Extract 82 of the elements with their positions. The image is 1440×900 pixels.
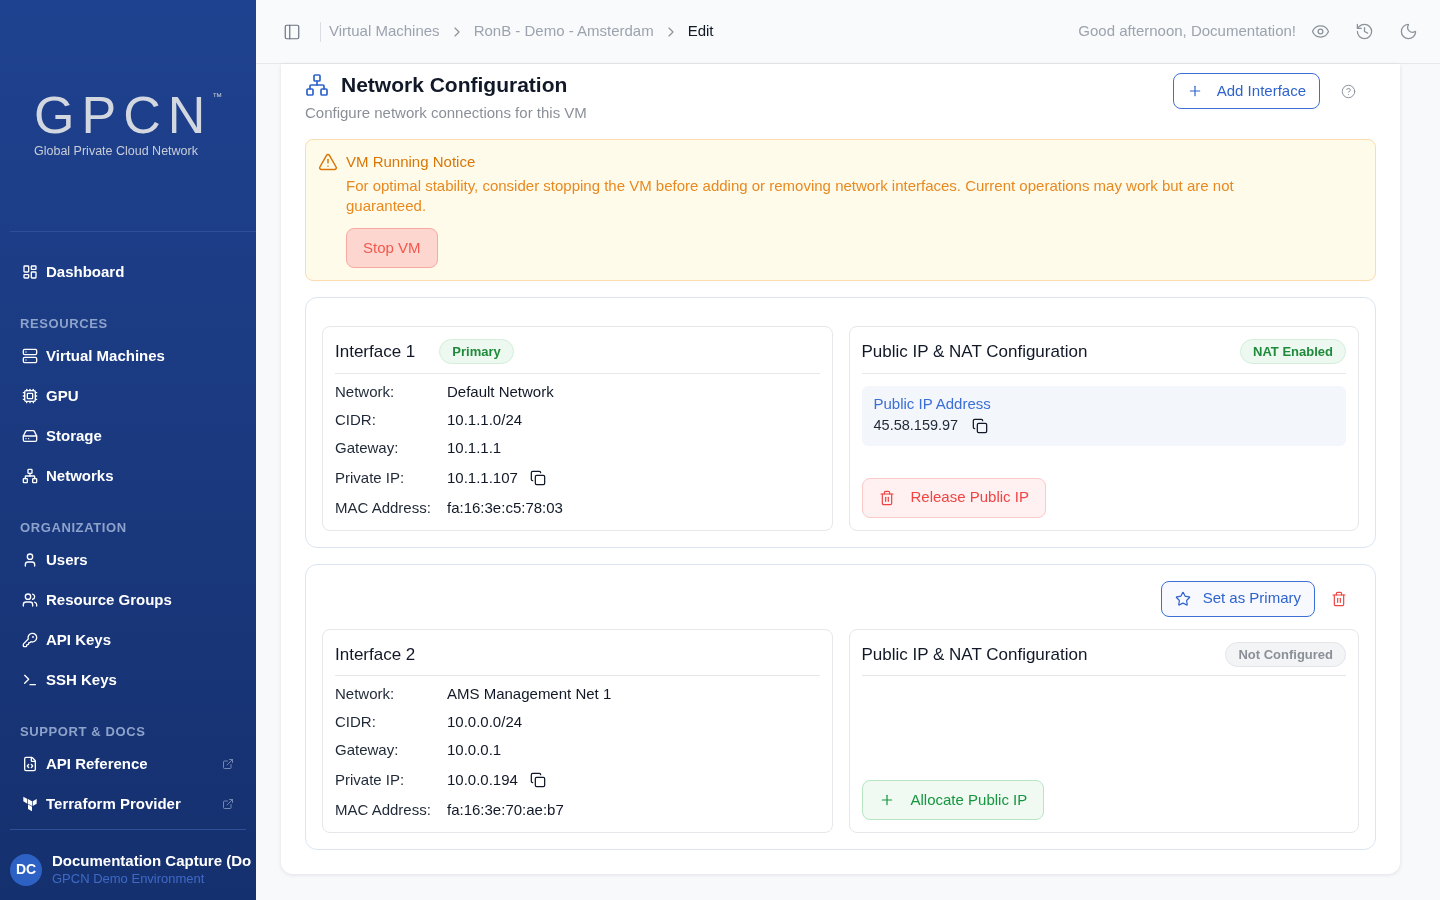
copy-icon[interactable]: [972, 417, 989, 434]
moon-icon[interactable]: [1398, 22, 1418, 41]
trademark-mark: ™: [212, 92, 223, 102]
sidebar-section-heading: RESOURCES: [19, 316, 109, 332]
detail-label: MAC Address:: [335, 497, 431, 518]
sidebar-section-heading: SUPPORT & DOCS: [19, 724, 147, 740]
add-interface-button[interactable]: Add Interface: [1172, 73, 1320, 109]
dashboard-icon: [22, 264, 38, 280]
notice-title: VM Running Notice: [346, 152, 476, 172]
user-name: Documentation Capture (Do: [52, 852, 252, 870]
key-icon: [22, 632, 38, 648]
detail-label: CIDR:: [335, 409, 376, 430]
help-icon[interactable]: [1340, 83, 1356, 99]
detail-value: 10.1.1.0/24: [447, 409, 523, 430]
public-ip-title: Public IP & NAT Configuration: [861, 643, 1088, 666]
detail-value: Default Network: [447, 381, 554, 402]
public-ip-value: 45.58.159.97: [873, 415, 959, 435]
copy-icon[interactable]: [529, 772, 546, 788]
detail-value: 10.0.0.194: [447, 770, 518, 790]
detail-value: 10.0.0.0/24: [447, 712, 523, 732]
sidebar-nav-item[interactable]: API Keys: [10, 620, 246, 660]
sidebar-nav-item[interactable]: SSH Keys: [10, 660, 246, 700]
detail-label: Private IP:: [335, 467, 405, 488]
interface-title: Interface 2: [335, 643, 416, 666]
history-icon[interactable]: [1354, 22, 1374, 41]
sidebar-nav-item[interactable]: Dashboard: [10, 252, 246, 292]
section-subtitle: Configure network connections for this VM: [305, 103, 587, 123]
status-badge: NAT Enabled: [1240, 339, 1346, 365]
primary-badge: Primary: [439, 339, 514, 365]
allocate-ip-button[interactable]: Allocate Public IP: [861, 780, 1045, 820]
notice-message: For optimal stability, consider stopping the VM before adding or removing network interfaces. Current operations may work but are not guaranteed.: [346, 176, 1235, 216]
detail-label: MAC Address:: [335, 800, 431, 820]
trash-icon: [878, 489, 895, 506]
sidebar-section-heading: ORGANIZATION: [19, 520, 128, 536]
file-code-icon: [22, 756, 38, 772]
logo-tagline: Global Private Cloud Network: [34, 143, 198, 159]
detail-value: 10.1.1.1: [447, 437, 502, 458]
terraform-logo-icon: [22, 796, 38, 812]
sidebar-nav-item[interactable]: Virtual Machines: [10, 336, 246, 376]
user-avatar[interactable]: DC: [10, 853, 42, 886]
detail-label: Gateway:: [335, 740, 399, 760]
set-primary-button[interactable]: Set as Primary: [1160, 580, 1315, 617]
section-title: Network Configuration: [341, 72, 568, 99]
detail-label: Network:: [335, 684, 395, 704]
warning-icon: [318, 152, 338, 172]
detail-value: 10.0.0.1: [447, 740, 502, 760]
terminal-icon: [22, 672, 38, 688]
sidebar-nav-item[interactable]: Resource Groups: [10, 580, 246, 620]
network-icon: [305, 73, 329, 97]
drive-icon: [22, 428, 38, 444]
delete-icon[interactable]: [1331, 590, 1347, 607]
user-icon: [22, 552, 38, 568]
greeting-text: Good afternoon, Documentation!: [1078, 21, 1296, 42]
detail-label: CIDR:: [335, 712, 376, 732]
chip-icon: [22, 388, 38, 404]
sidebar-nav-item[interactable]: GPU: [10, 376, 246, 416]
sidebar-nav-item[interactable]: Users: [10, 540, 246, 580]
server-icon: [22, 348, 38, 364]
copy-icon[interactable]: [529, 469, 546, 486]
eye-icon[interactable]: [1310, 22, 1330, 41]
detail-label: Network:: [335, 381, 395, 402]
detail-label: Gateway:: [335, 437, 399, 458]
detail-label: Private IP:: [335, 770, 405, 790]
sidebar-nav-item[interactable]: Networks: [10, 456, 246, 496]
status-badge: Not Configured: [1225, 641, 1346, 667]
network-icon: [22, 468, 38, 484]
users-icon: [22, 592, 38, 608]
breadcrumb-current: Edit: [687, 21, 714, 42]
sidebar-toggle-icon[interactable]: [283, 22, 301, 41]
public-ip-title: Public IP & NAT Configuration: [861, 341, 1088, 363]
star-icon: [1174, 590, 1191, 607]
sidebar-nav-item[interactable]: Terraform Provider: [10, 784, 246, 824]
public-ip-label: Public IP Address: [873, 393, 991, 414]
sidebar-nav-item[interactable]: API Reference: [10, 744, 246, 784]
detail-value: 10.1.1.107: [447, 467, 518, 488]
detail-value: fa:16:3e:c5:78:03: [447, 497, 563, 518]
sidebar-nav-item[interactable]: Storage: [10, 416, 246, 456]
user-subtitle: GPCN Demo Environment: [52, 870, 205, 887]
interface-title: Interface 1: [335, 341, 416, 363]
detail-value: AMS Management Net 1: [447, 684, 612, 704]
logo-wordmark: GPCN: [34, 89, 213, 141]
detail-value: fa:16:3e:70:ae:b7: [447, 800, 564, 820]
